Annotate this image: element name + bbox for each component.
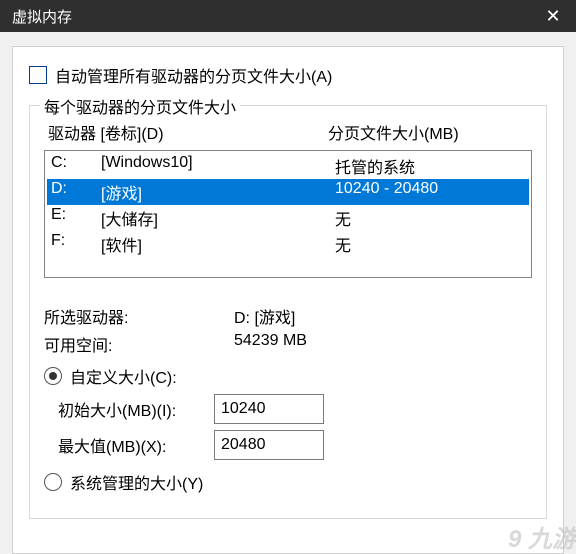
drive-letter: D: <box>51 180 101 204</box>
drive-letter: E: <box>51 206 101 230</box>
drive-row[interactable]: E: [大储存] 无 <box>47 205 529 231</box>
drive-size: 10240 - 20480 <box>335 180 525 204</box>
drive-row[interactable]: F: [软件] 无 <box>47 231 529 257</box>
drive-label: [大储存] <box>101 206 335 230</box>
drive-list-header: 驱动器 [卷标](D) 分页文件大小(MB) <box>44 120 532 144</box>
col-size-label: 分页文件大小(MB) <box>328 120 528 144</box>
system-managed-label: 系统管理的大小(Y) <box>70 470 203 494</box>
selected-drive-label: 所选驱动器: <box>44 304 234 328</box>
radio-icon <box>44 367 62 385</box>
close-button[interactable]: ✕ <box>530 0 576 32</box>
close-icon: ✕ <box>545 6 560 27</box>
radio-icon <box>44 473 62 491</box>
free-space-value: 54239 MB <box>234 332 532 356</box>
drive-size: 无 <box>335 206 525 230</box>
drive-list[interactable]: C: [Windows10] 托管的系统 D: [游戏] 10240 - 204… <box>44 150 532 278</box>
drive-label: [Windows10] <box>101 154 335 178</box>
max-size-row: 最大值(MB)(X): <box>44 430 532 460</box>
drive-size: 托管的系统 <box>335 154 525 178</box>
initial-size-label: 初始大小(MB)(I): <box>44 397 214 421</box>
col-drive-label: 驱动器 [卷标](D) <box>48 120 328 144</box>
initial-size-input[interactable] <box>214 394 324 424</box>
initial-size-row: 初始大小(MB)(I): <box>44 394 532 424</box>
pagefile-groupbox: 每个驱动器的分页文件大小 驱动器 [卷标](D) 分页文件大小(MB) C: [… <box>29 105 547 519</box>
auto-manage-checkbox[interactable]: 自动管理所有驱动器的分页文件大小(A) <box>29 63 547 87</box>
drive-row[interactable]: D: [游戏] 10240 - 20480 <box>47 179 529 205</box>
title-bar: 虚拟内存 ✕ <box>0 0 576 32</box>
group-legend: 每个驱动器的分页文件大小 <box>40 94 240 118</box>
drive-label: [软件] <box>101 232 335 256</box>
checkbox-icon <box>29 66 47 84</box>
free-space-info: 可用空间: 54239 MB <box>44 332 532 356</box>
window-body: 自动管理所有驱动器的分页文件大小(A) 每个驱动器的分页文件大小 驱动器 [卷标… <box>0 32 576 554</box>
max-size-input[interactable] <box>214 430 324 460</box>
selected-drive-info: 所选驱动器: D: [游戏] <box>44 304 532 328</box>
drive-size: 无 <box>335 232 525 256</box>
custom-size-label: 自定义大小(C): <box>70 364 177 388</box>
max-size-label: 最大值(MB)(X): <box>44 433 214 457</box>
window-title: 虚拟内存 <box>12 6 72 27</box>
auto-manage-label: 自动管理所有驱动器的分页文件大小(A) <box>55 63 332 87</box>
selected-drive-value: D: [游戏] <box>234 304 532 328</box>
drive-label: [游戏] <box>101 180 335 204</box>
drive-row-empty <box>47 257 529 275</box>
system-managed-radio[interactable]: 系统管理的大小(Y) <box>44 470 532 494</box>
custom-size-radio[interactable]: 自定义大小(C): <box>44 364 532 388</box>
drive-letter: C: <box>51 154 101 178</box>
drive-letter: F: <box>51 232 101 256</box>
free-space-label: 可用空间: <box>44 332 234 356</box>
drive-row[interactable]: C: [Windows10] 托管的系统 <box>47 153 529 179</box>
inner-panel: 自动管理所有驱动器的分页文件大小(A) 每个驱动器的分页文件大小 驱动器 [卷标… <box>12 46 564 554</box>
